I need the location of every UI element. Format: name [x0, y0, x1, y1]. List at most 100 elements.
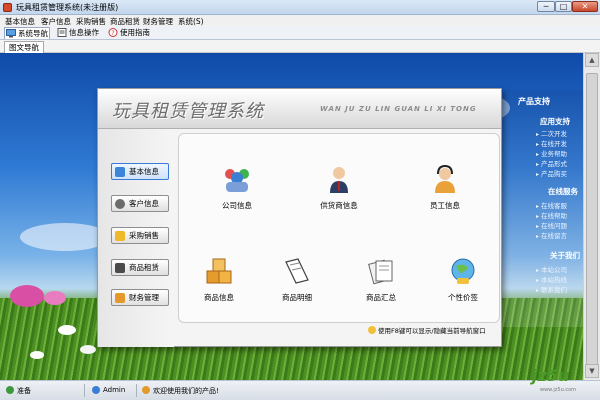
- flower: [80, 345, 96, 354]
- online-service-title: 在线服务: [548, 187, 578, 196]
- grid-label: 商品明细: [282, 293, 312, 302]
- vertical-scrollbar[interactable]: ▲ ▼: [583, 53, 600, 380]
- flower: [30, 351, 44, 359]
- headset-icon: [435, 164, 455, 193]
- status-welcome-text: 欢迎使用我们的产品!: [153, 387, 219, 395]
- panel-pinyin: WAN JU ZU LIN GUAN LI XI TONG: [320, 105, 477, 113]
- nav-basic-info-label: 基本信息: [129, 167, 159, 176]
- maximize-button[interactable]: □: [555, 1, 572, 12]
- monitor-icon: [6, 29, 16, 38]
- scroll-down-arrow[interactable]: ▼: [585, 364, 599, 378]
- tab-user-guide[interactable]: ? 使用指南: [107, 27, 157, 39]
- title-bar: 玩具租赁管理系统(未注册版) ─ □ ✕: [0, 0, 600, 15]
- divider: [84, 384, 85, 397]
- link-online-cs[interactable]: 在线客服: [536, 200, 567, 210]
- status-user-text: Admin: [103, 386, 126, 394]
- nav-customer-info-label: 客户信息: [129, 199, 159, 208]
- grid-label: 商品信息: [204, 293, 234, 302]
- app-support-title: 应用支持: [540, 117, 570, 126]
- grid-item-custom-price-tag[interactable]: 个性价签: [433, 256, 493, 308]
- help-icon: ?: [108, 28, 118, 37]
- tab-info-ops-label: 信息操作: [69, 28, 99, 37]
- grid-label: 员工信息: [430, 201, 460, 210]
- panel-sidebar: 基本信息 客户信息 采购销售 商品租赁 财务管理: [98, 129, 174, 347]
- nav-basic-info-button[interactable]: 基本信息: [111, 163, 169, 180]
- nav-customer-info-button[interactable]: 客户信息: [111, 195, 169, 212]
- nav-finance-button[interactable]: 财务管理: [111, 289, 169, 306]
- flower: [58, 325, 76, 335]
- nav-finance-label: 财务管理: [129, 293, 159, 302]
- grid-label: 商品汇总: [366, 293, 396, 302]
- watermark-url: www.jz5u.com: [540, 387, 577, 393]
- monitor-icon: [115, 167, 125, 177]
- svg-text:?: ?: [111, 30, 114, 37]
- about-us-title: 关于我们: [550, 251, 580, 260]
- grid-label: 供货商信息: [320, 201, 358, 210]
- businessman-icon: [330, 167, 348, 193]
- link-online-dev[interactable]: 在线开发: [536, 138, 567, 148]
- tab-system-nav[interactable]: 系统导航: [4, 27, 50, 39]
- link-online-help[interactable]: 在线帮助: [536, 210, 567, 220]
- nav-rental-label: 商品租赁: [129, 263, 159, 272]
- menu-bar: 基本信息 客户信息 采购销售 商品租赁 财务管理 系统(S): [0, 15, 600, 26]
- person-icon: [115, 199, 125, 209]
- panel-header: 玩具租赁管理系统 WAN JU ZU LIN GUAN LI XI TONG: [98, 89, 501, 129]
- nav-rental-button[interactable]: 商品租赁: [111, 259, 169, 276]
- minimize-button[interactable]: ─: [537, 1, 555, 12]
- function-grid: 公司信息 供货商信息 员工信息 商品信息 商品明细 商品汇总 个性价签: [178, 133, 500, 323]
- grid-item-product-summary[interactable]: 商品汇总: [351, 256, 411, 308]
- grid-item-company-info[interactable]: 公司信息: [207, 164, 267, 216]
- status-icon: [6, 386, 14, 394]
- link-product-form[interactable]: 产品形式: [536, 158, 567, 168]
- globe-icon: [451, 258, 475, 284]
- tab-info-ops[interactable]: 信息操作: [56, 27, 102, 39]
- documents-icon: [368, 259, 393, 285]
- status-bar: 准备 Admin 欢迎使用我们的产品!: [0, 380, 600, 400]
- grid-item-employee-info[interactable]: 员工信息: [415, 164, 475, 216]
- scroll-up-arrow[interactable]: ▲: [585, 53, 599, 67]
- star-icon: [115, 231, 125, 241]
- panel-footer-hint: 使用F8键可以显示/隐藏当前导航窗口: [368, 325, 486, 335]
- window-title: 玩具租赁管理系统(未注册版): [16, 3, 119, 12]
- divider: [136, 384, 137, 397]
- panel-title: 玩具租赁管理系统: [112, 101, 264, 122]
- link-product-purchase[interactable]: 产品购买: [536, 168, 567, 178]
- scroll-thumb[interactable]: [586, 73, 598, 368]
- user-icon: [92, 386, 100, 394]
- product-support-panel: 产品支持 应用支持 二次开发 在线开发 业务帮助 产品形式 产品购买 在线服务 …: [500, 90, 583, 327]
- user-card-icon: [115, 263, 125, 273]
- info-icon: [142, 386, 150, 394]
- link-hotline[interactable]: 本站热线: [536, 274, 567, 284]
- toolbar: 系统导航 信息操作 ? 使用指南: [0, 26, 600, 40]
- grid-item-product-info[interactable]: 商品信息: [189, 256, 249, 308]
- watermark-logo: jz5u: [532, 366, 570, 385]
- group-icon: [225, 169, 249, 192]
- status-ready-text: 准备: [17, 387, 31, 395]
- grid-item-product-detail[interactable]: 商品明细: [267, 256, 327, 308]
- grid-label: 公司信息: [222, 201, 252, 210]
- link-contact[interactable]: 联系我们: [536, 284, 567, 294]
- money-icon: [115, 293, 125, 303]
- nav-purchase-sales-label: 采购销售: [129, 231, 159, 240]
- document-tab-strip: 图文导航: [0, 40, 600, 53]
- grid-item-supplier-info[interactable]: 供货商信息: [309, 164, 369, 216]
- tab-system-nav-label: 系统导航: [18, 29, 48, 38]
- nav-purchase-sales-button[interactable]: 采购销售: [111, 227, 169, 244]
- product-support-title: 产品支持: [518, 97, 550, 106]
- notebook-icon: [285, 258, 309, 284]
- link-online-message[interactable]: 在线留言: [536, 230, 567, 240]
- navigation-panel: 玩具租赁管理系统 WAN JU ZU LIN GUAN LI XI TONG 基…: [97, 88, 502, 347]
- grid-label: 个性价签: [448, 293, 478, 302]
- close-button[interactable]: ✕: [572, 1, 598, 12]
- bulb-icon: [368, 326, 376, 334]
- boxes-icon: [206, 258, 232, 284]
- tab-user-guide-label: 使用指南: [120, 28, 150, 37]
- tab-graphic-nav[interactable]: 图文导航: [4, 41, 44, 53]
- link-business-help[interactable]: 业务帮助: [536, 148, 567, 158]
- flower: [10, 285, 44, 307]
- status-ready: 准备: [6, 386, 31, 396]
- flower: [44, 291, 66, 305]
- link-secondary-dev[interactable]: 二次开发: [536, 128, 567, 138]
- link-company[interactable]: 本站公司: [536, 264, 567, 274]
- link-online-question[interactable]: 在线问题: [536, 220, 567, 230]
